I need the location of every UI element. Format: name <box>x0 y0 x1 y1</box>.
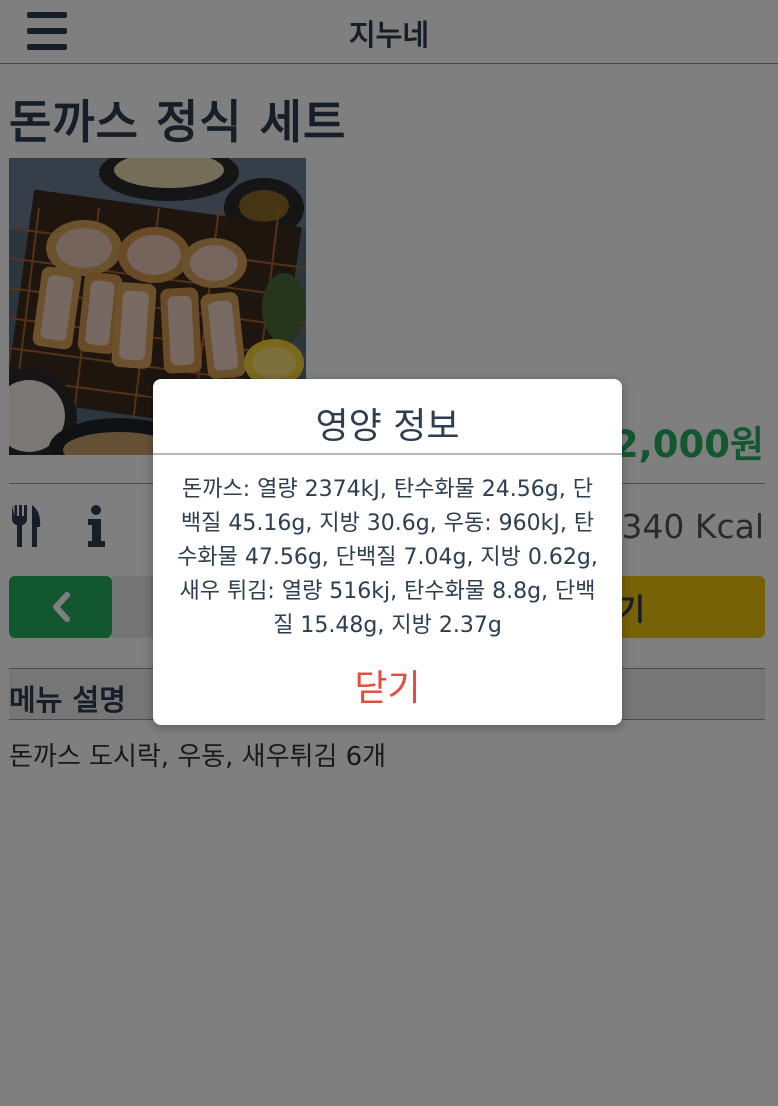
modal-divider <box>153 453 622 455</box>
modal-title: 영양 정보 <box>315 406 460 447</box>
menu-detail-page: 지누네 돈까스 정식 세트 <box>0 0 778 1106</box>
close-button[interactable]: 닫기 <box>153 659 622 711</box>
nutrition-info-text: 돈까스: 열량 2374kJ, 탄수화물 24.56g, 단백질 45.16g,… <box>177 477 598 638</box>
nutrition-modal: 영양 정보 돈까스: 열량 2374kJ, 탄수화물 24.56g, 단백질 4… <box>153 379 622 725</box>
